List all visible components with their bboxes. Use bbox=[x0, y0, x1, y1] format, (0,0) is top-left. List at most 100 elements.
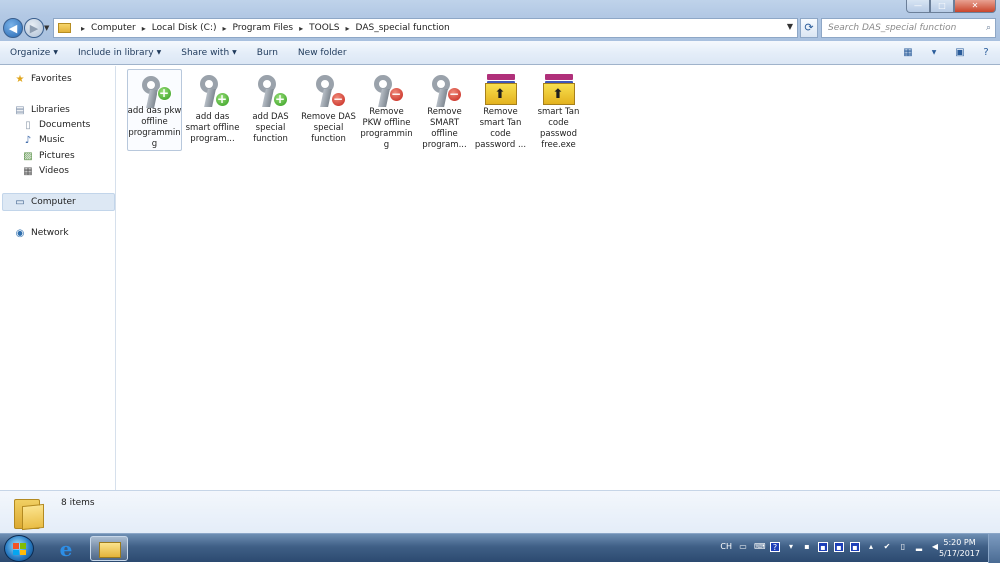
taskbar-windows-explorer[interactable] bbox=[90, 536, 128, 561]
new-folder-button[interactable]: New folder bbox=[288, 41, 357, 65]
breadcrumb-separator: ▸ bbox=[81, 23, 86, 33]
videos-icon: ▦ bbox=[23, 165, 33, 177]
tray-app-icon[interactable]: ▪ bbox=[850, 542, 860, 552]
key-add-icon: + bbox=[136, 72, 174, 108]
taskbar-internet-explorer[interactable]: e bbox=[47, 536, 85, 561]
pictures-icon: ▨ bbox=[23, 150, 33, 162]
breadcrumb-das-special-function[interactable]: DAS_special function bbox=[356, 23, 450, 33]
file-label: smart Tan code passwod free.exe bbox=[537, 107, 580, 150]
view-icon: ▦ bbox=[903, 46, 913, 58]
chevron-down-icon: ▼ bbox=[53, 49, 58, 56]
file-item[interactable]: − Remove SMART offline program... bbox=[417, 69, 472, 151]
breadcrumb-separator[interactable]: ▸ bbox=[223, 24, 227, 33]
command-bar: Organize ▼ Include in library ▼ Share with… bbox=[0, 41, 1000, 65]
address-dropdown[interactable]: ▼ bbox=[787, 22, 793, 31]
chevron-down-icon: ▼ bbox=[156, 49, 162, 56]
file-list: + add das pkw offline programming + add … bbox=[117, 66, 1000, 490]
taskbar: e CH ▭ ⌨ ? ▾ ▪ ▪ ▪ ▪ ▴ ✔ ▯ ▂ ◀ 5:20 PM 5… bbox=[0, 533, 1000, 563]
recent-pages-dropdown[interactable]: ▼ bbox=[44, 24, 49, 32]
file-item[interactable]: + add das smart offline program... bbox=[185, 69, 240, 151]
show-desktop-button[interactable] bbox=[988, 534, 1000, 563]
breadcrumb: ▸ Computer ▸ Local Disk (C:) ▸ Program F… bbox=[75, 23, 450, 33]
view-options-dropdown[interactable]: ▼ bbox=[926, 45, 942, 59]
file-item[interactable]: + add DAS special function bbox=[243, 69, 298, 151]
file-item[interactable]: ⬆ smart Tan code passwod free.exe bbox=[531, 69, 586, 151]
sidebar-item-documents[interactable]: ▯ Documents bbox=[22, 118, 90, 132]
security-icon[interactable]: ✔ bbox=[882, 542, 892, 552]
file-item[interactable]: − Remove PKW offline programming bbox=[359, 69, 414, 151]
sidebar-music-label: Music bbox=[39, 135, 65, 145]
sidebar-item-videos[interactable]: ▦ Videos bbox=[22, 164, 69, 178]
share-with-label: Share with bbox=[181, 47, 230, 58]
file-label: Remove smart Tan code password ... bbox=[474, 107, 527, 150]
minimize-button[interactable]: — bbox=[906, 0, 930, 13]
sidebar-pictures-label: Pictures bbox=[39, 151, 75, 161]
view-controls: ▦ ▼ ▣ ? bbox=[900, 45, 994, 59]
computer-icon: ▭ bbox=[15, 196, 25, 208]
file-label: add DAS special function bbox=[252, 112, 289, 144]
file-item[interactable]: − Remove DAS special function bbox=[301, 69, 356, 151]
breadcrumb-tools[interactable]: TOOLS bbox=[309, 23, 339, 33]
breadcrumb-separator[interactable]: ▸ bbox=[299, 24, 303, 33]
breadcrumb-computer[interactable]: Computer bbox=[91, 23, 136, 33]
burn-button[interactable]: Burn bbox=[247, 41, 288, 65]
refresh-button[interactable]: ⟳ bbox=[800, 18, 818, 38]
help-button[interactable]: ? bbox=[978, 45, 994, 59]
organize-menu[interactable]: Organize ▼ bbox=[0, 41, 68, 65]
folder-icon bbox=[58, 23, 71, 33]
maximize-button[interactable]: □ bbox=[930, 0, 954, 13]
tray-app-icon[interactable]: ▪ bbox=[834, 542, 844, 552]
include-in-library-label: Include in library bbox=[77, 47, 154, 58]
include-in-library-menu[interactable]: Include in library ▼ bbox=[68, 41, 171, 65]
sidebar-documents-label: Documents bbox=[39, 120, 91, 130]
windows-logo-icon bbox=[13, 543, 26, 555]
breadcrumb-separator[interactable]: ▸ bbox=[142, 24, 146, 33]
winrar-icon: ⬆ bbox=[540, 71, 578, 105]
file-item[interactable]: ⬆ Remove smart Tan code password ... bbox=[473, 69, 528, 151]
forward-button[interactable]: ▶ bbox=[24, 18, 44, 38]
clock[interactable]: 5:20 PM 5/17/2017 bbox=[939, 537, 980, 559]
options-icon[interactable]: ▾ bbox=[786, 542, 796, 552]
sidebar-item-music[interactable]: ♪ Music bbox=[22, 133, 65, 147]
keyboard-icon[interactable]: ▭ bbox=[738, 542, 748, 552]
sidebar-item-favorites[interactable]: ★ Favorites bbox=[14, 72, 72, 86]
address-bar[interactable]: ▸ Computer ▸ Local Disk (C:) ▸ Program F… bbox=[53, 18, 798, 38]
close-button[interactable]: ✕ bbox=[954, 0, 996, 13]
breadcrumb-local-disk[interactable]: Local Disk (C:) bbox=[152, 23, 217, 33]
start-button[interactable] bbox=[4, 535, 34, 562]
sidebar-videos-label: Videos bbox=[39, 166, 69, 176]
sidebar-item-pictures[interactable]: ▨ Pictures bbox=[22, 149, 75, 163]
back-button[interactable]: ◀ bbox=[3, 18, 23, 38]
tray-app-icon[interactable]: ▪ bbox=[818, 542, 828, 552]
tray-app-icon[interactable]: ▪ bbox=[802, 542, 812, 552]
sidebar-item-computer[interactable]: ▭ Computer bbox=[14, 195, 75, 209]
key-remove-icon: − bbox=[368, 71, 406, 107]
search-input[interactable]: Search DAS_special function ⌕ bbox=[821, 18, 996, 38]
arrow-right-icon: ▶ bbox=[29, 21, 39, 35]
sidebar-item-network[interactable]: ◉ Network bbox=[14, 226, 69, 240]
burn-label: Burn bbox=[256, 47, 278, 58]
internet-explorer-icon: e bbox=[59, 536, 73, 561]
share-with-menu[interactable]: Share with ▼ bbox=[171, 41, 247, 65]
change-view-button[interactable]: ▦ bbox=[900, 45, 916, 59]
breadcrumb-separator[interactable]: ▸ bbox=[346, 24, 350, 33]
preview-pane-button[interactable]: ▣ bbox=[952, 45, 968, 59]
show-hidden-icons[interactable]: ▴ bbox=[866, 542, 876, 552]
input-settings-icon[interactable]: ⌨ bbox=[754, 542, 766, 552]
help-icon[interactable]: ? bbox=[770, 542, 780, 552]
organize-label: Organize bbox=[10, 47, 51, 58]
language-indicator[interactable]: CH bbox=[720, 542, 732, 552]
details-pane: 8 items bbox=[0, 490, 1000, 533]
chevron-down-icon: ▼ bbox=[232, 49, 237, 56]
sidebar-libraries-label: Libraries bbox=[31, 105, 70, 115]
key-remove-icon: − bbox=[310, 71, 348, 109]
documents-icon: ▯ bbox=[25, 119, 31, 131]
search-placeholder: Search DAS_special function bbox=[828, 23, 957, 33]
signal-icon[interactable]: ▂ bbox=[914, 542, 924, 552]
file-label: add das pkw offline programming bbox=[127, 106, 182, 149]
sidebar-item-libraries[interactable]: ▤ Libraries bbox=[14, 103, 70, 117]
network-icon: ◉ bbox=[15, 227, 25, 239]
device-icon[interactable]: ▯ bbox=[898, 542, 908, 552]
breadcrumb-program-files[interactable]: Program Files bbox=[233, 23, 294, 33]
file-item[interactable]: + add das pkw offline programming bbox=[127, 69, 182, 151]
